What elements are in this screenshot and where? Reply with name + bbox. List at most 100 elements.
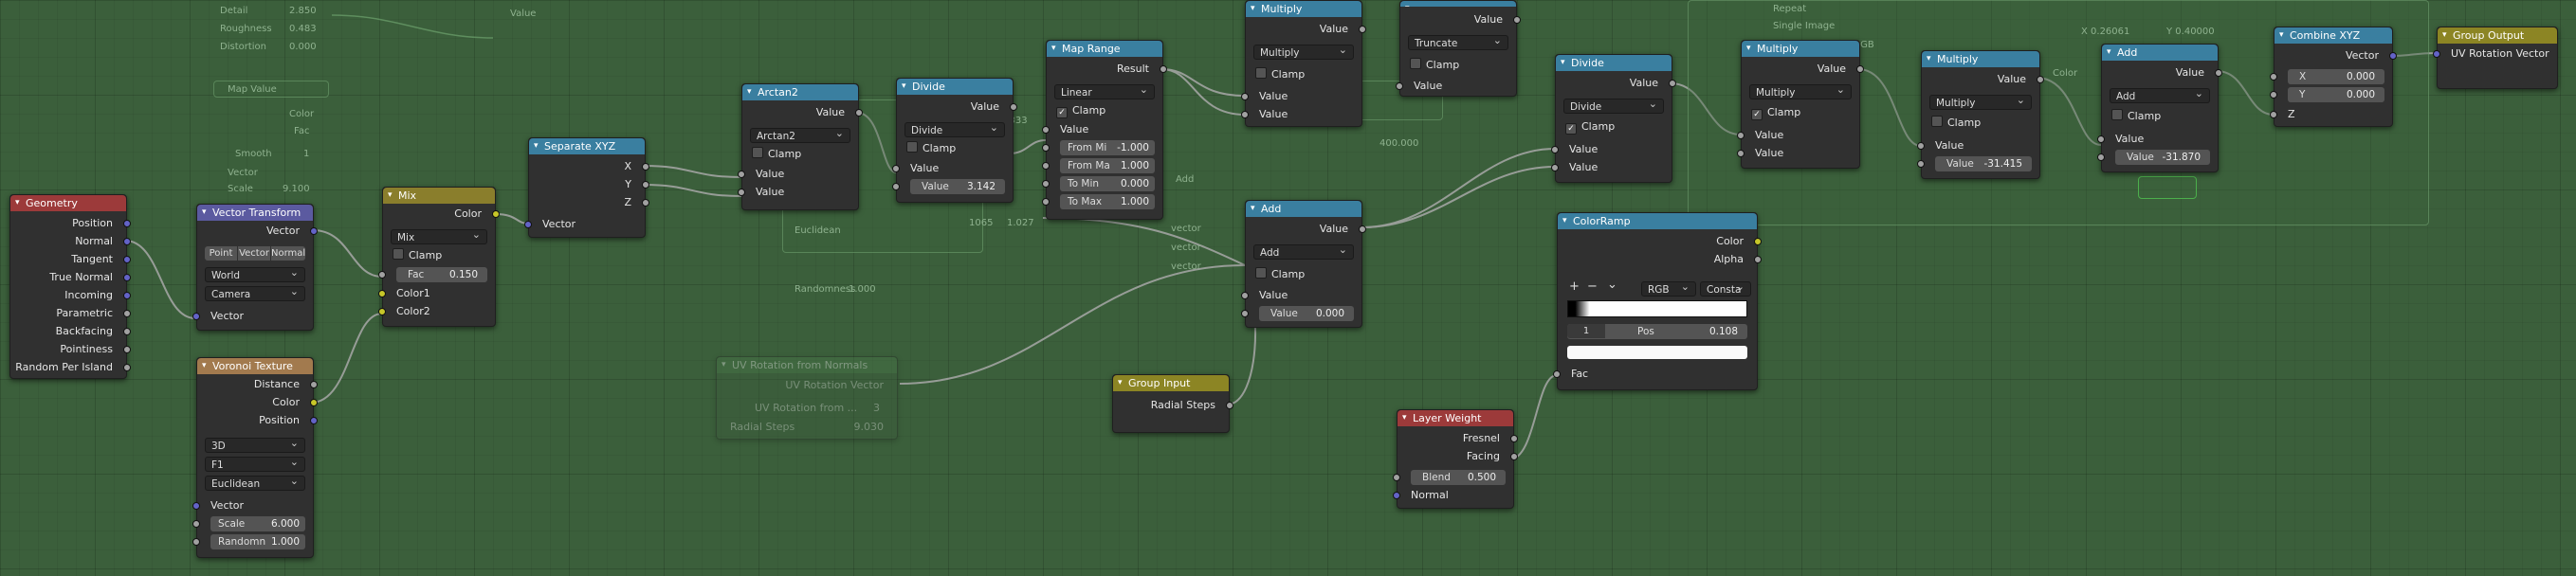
node-title[interactable]: Divide: [897, 79, 1013, 95]
uv-rotation-group-node[interactable]: UV Rotation from Normals UV Rotation Vec…: [716, 356, 898, 440]
remove-stop-icon[interactable]: −: [1587, 279, 1598, 294]
space-from-dropdown[interactable]: World: [205, 265, 305, 282]
socket[interactable]: [524, 221, 532, 228]
node-editor-canvas[interactable]: Detail 2.850 Roughness 0.483 Distortion …: [0, 0, 2576, 576]
x-field[interactable]: X 0.000: [2288, 69, 2384, 84]
clamp-checkbox[interactable]: Clamp: [1255, 267, 1305, 282]
node-title[interactable]: Geometry: [10, 195, 126, 211]
clamp-checkbox[interactable]: Clamp: [2111, 109, 2161, 124]
socket[interactable]: [1396, 82, 1403, 90]
socket[interactable]: [2097, 135, 2105, 143]
operation-dropdown[interactable]: Add: [2110, 86, 2210, 103]
socket[interactable]: [2433, 50, 2440, 58]
from-max-field[interactable]: From Ma 1.000: [1060, 158, 1155, 173]
arctan2-node[interactable]: Arctan2 Value Arctan2 Clamp Value Value: [738, 83, 863, 210]
socket[interactable]: [1241, 111, 1249, 118]
socket[interactable]: [192, 502, 200, 510]
separate-xyz-node[interactable]: Separate XYZ X Y Z Vector: [524, 137, 649, 238]
divide-node[interactable]: Divide Value Divide Clamp Value Value 3.1…: [892, 78, 1017, 203]
socket[interactable]: [123, 346, 131, 353]
checkbox-box[interactable]: [1255, 267, 1267, 279]
socket[interactable]: [2270, 111, 2277, 118]
socket[interactable]: [1754, 238, 1762, 245]
layer-weight-node[interactable]: Layer Weight Fresnel Facing Blend 0.500 N…: [1393, 409, 1518, 509]
socket[interactable]: [192, 520, 200, 528]
operation-dropdown[interactable]: Divide: [904, 120, 1005, 137]
chevron-down-icon[interactable]: ⌄: [1607, 278, 1617, 292]
node-title[interactable]: Multiply: [1922, 51, 2039, 67]
checkbox-box[interactable]: [1410, 58, 1421, 69]
socket[interactable]: [310, 399, 318, 406]
node-title[interactable]: UV Rotation from Normals: [717, 357, 897, 373]
operation-dropdown[interactable]: Divide: [1563, 97, 1664, 114]
value-field[interactable]: Value -31.415: [1935, 156, 2032, 171]
group-input-node[interactable]: Group Input Radial Steps: [1112, 374, 1233, 433]
operation-dropdown[interactable]: Multiply: [1929, 93, 2032, 110]
socket[interactable]: [378, 290, 386, 297]
socket[interactable]: [892, 183, 900, 190]
node-title[interactable]: Divide: [1556, 55, 1672, 71]
socket[interactable]: [2037, 76, 2044, 83]
node-title[interactable]: Vector Transform: [197, 205, 313, 221]
metric-dropdown[interactable]: Euclidean: [205, 474, 305, 491]
node-title[interactable]: Mix: [383, 188, 495, 204]
segment-normal[interactable]: Normal: [271, 246, 305, 261]
socket[interactable]: [738, 171, 745, 178]
randomness-field[interactable]: Randomn 1.000: [210, 534, 305, 549]
socket[interactable]: [1553, 370, 1561, 378]
node-title[interactable]: [1400, 1, 1516, 7]
value-field[interactable]: Value 0.000: [1259, 306, 1354, 321]
socket[interactable]: [1513, 16, 1521, 24]
clamp-checkbox[interactable]: Clamp: [906, 141, 956, 156]
socket[interactable]: [1042, 198, 1050, 206]
node-title[interactable]: Layer Weight: [1398, 410, 1513, 426]
colorramp-node[interactable]: ColorRamp Color Alpha + − ⌄ RGB Consta P…: [1553, 212, 1762, 390]
socket[interactable]: [1669, 80, 1676, 87]
socket[interactable]: [192, 313, 200, 320]
combine-xyz-node[interactable]: Combine XYZ Vector X 0.000 Y 0.000 Z: [2270, 27, 2397, 127]
checkbox-box[interactable]: [1931, 116, 1943, 127]
socket[interactable]: [1241, 292, 1249, 299]
multiply-node[interactable]: Multiply Value Multiply Clamp Value Valu…: [1917, 50, 2044, 179]
node-title[interactable]: Group Input: [1113, 375, 1229, 391]
socket[interactable]: [2215, 69, 2222, 77]
node-title[interactable]: Map Range: [1047, 41, 1162, 57]
clamp-checkbox[interactable]: Clamp: [1410, 58, 1459, 73]
checkbox-box[interactable]: [906, 141, 918, 153]
checkbox-box[interactable]: [1255, 67, 1267, 79]
socket[interactable]: [1917, 142, 1925, 150]
fac-field[interactable]: Fac 0.150: [396, 267, 487, 282]
socket[interactable]: [1393, 492, 1400, 499]
stop-index[interactable]: 1: [1567, 324, 1605, 338]
vector-transform-node[interactable]: Vector Transform Vector Point Vector Nor…: [192, 204, 318, 331]
clamp-checkbox[interactable]: Clamp: [393, 248, 442, 263]
clamp-checkbox[interactable]: Clamp: [1255, 67, 1305, 82]
add-node[interactable]: Add Value Add Clamp Value Value -31.870: [2097, 44, 2222, 172]
node-title[interactable]: Combine XYZ: [2275, 27, 2392, 44]
socket[interactable]: [2270, 91, 2277, 99]
stop-color-swatch[interactable]: [1567, 346, 1747, 359]
geometry-node[interactable]: Geometry Position Normal Tangent True No…: [9, 194, 131, 379]
socket[interactable]: [1551, 146, 1559, 153]
socket[interactable]: [123, 220, 131, 227]
socket[interactable]: [310, 417, 318, 424]
voronoi-texture-node[interactable]: Voronoi Texture Distance Color Position …: [192, 357, 318, 558]
socket[interactable]: [492, 210, 500, 218]
add-stop-icon[interactable]: +: [1569, 279, 1580, 294]
node-title[interactable]: Multiply: [1246, 1, 1361, 17]
interpolation-dropdown[interactable]: Linear: [1054, 82, 1155, 99]
socket[interactable]: [1010, 103, 1017, 111]
socket[interactable]: [1737, 150, 1745, 157]
socket[interactable]: [123, 328, 131, 335]
socket[interactable]: [123, 238, 131, 245]
color-ramp-bar[interactable]: [1567, 300, 1747, 317]
socket[interactable]: [1042, 180, 1050, 188]
socket[interactable]: [1160, 65, 1167, 73]
socket[interactable]: [123, 292, 131, 299]
dimensions-dropdown[interactable]: 3D: [205, 436, 305, 453]
socket[interactable]: [1393, 474, 1400, 481]
node-title[interactable]: Add: [2102, 45, 2218, 61]
socket[interactable]: [1551, 164, 1559, 171]
socket[interactable]: [1042, 126, 1050, 134]
socket[interactable]: [1754, 256, 1762, 263]
